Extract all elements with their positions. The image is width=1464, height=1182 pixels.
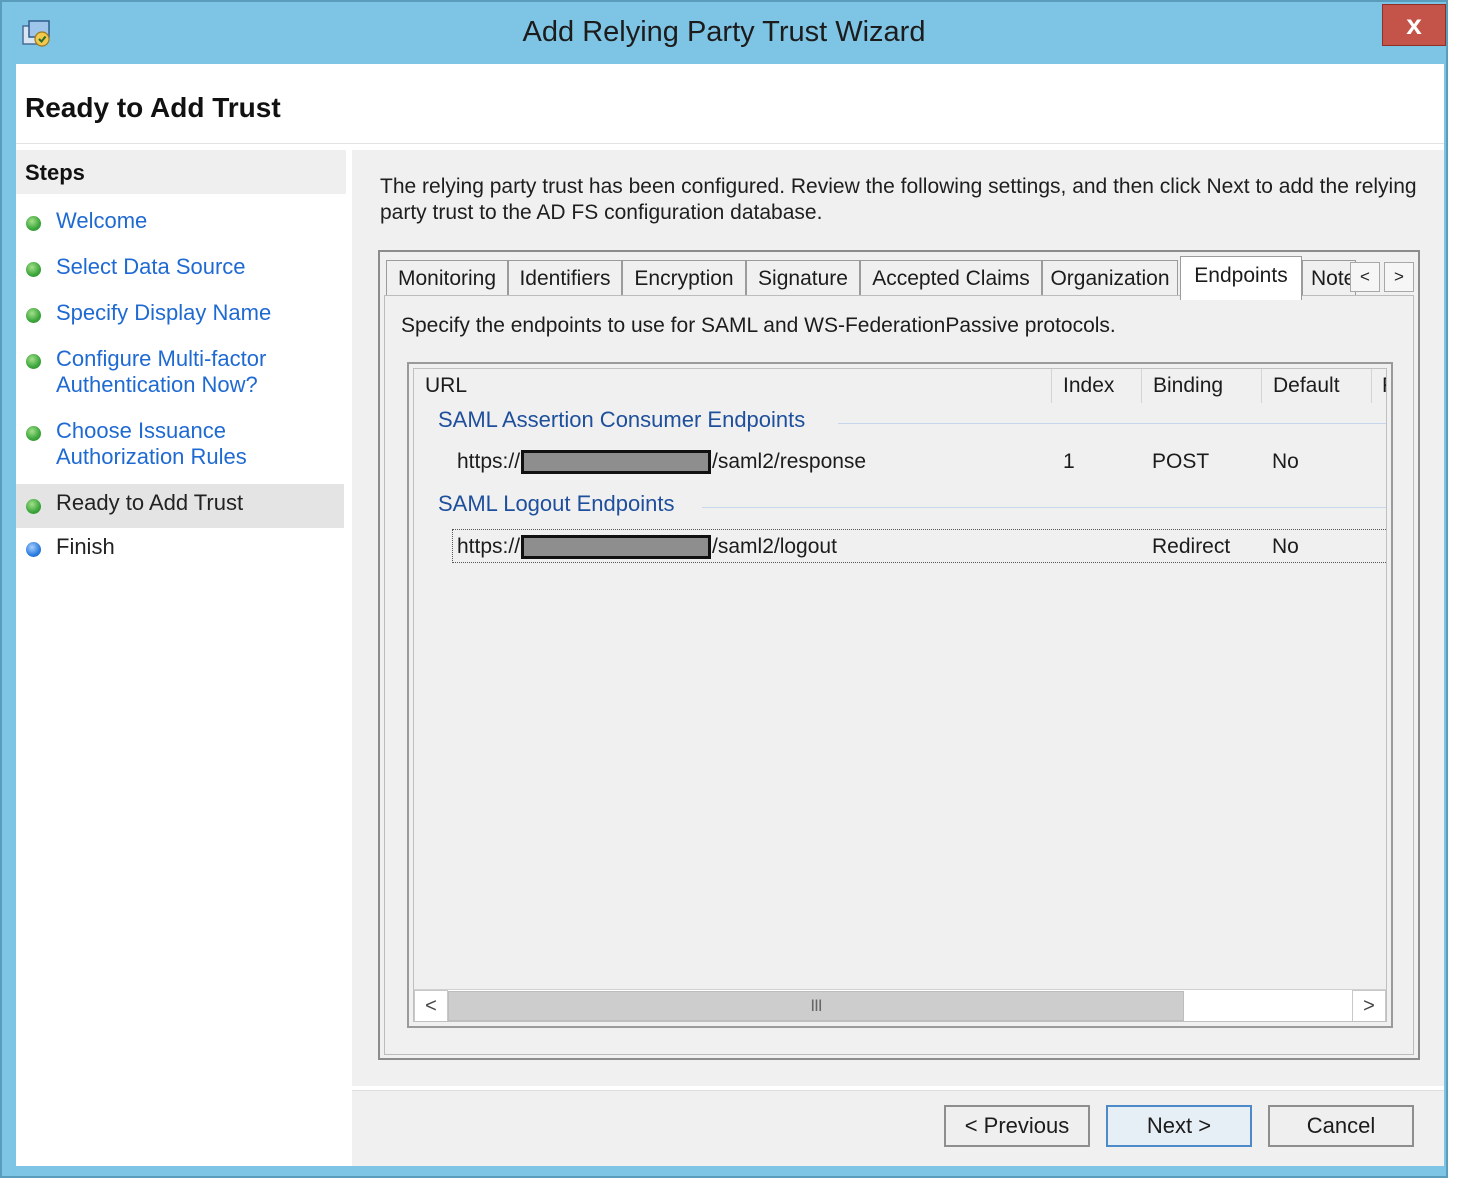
scroll-thumb[interactable]: III [448,991,1184,1021]
redacted-hostname [521,450,712,475]
wizard-footer: < Previous Next > Cancel [352,1090,1444,1166]
scroll-left-button[interactable]: < [414,990,448,1021]
column-header-index[interactable]: Index [1052,369,1142,403]
step-label: Finish [56,534,115,559]
step-ready-to-add-trust[interactable]: Ready to Add Trust [16,484,344,528]
default-cell: No [1272,535,1299,558]
step-specify-display-name[interactable]: Specify Display Name [16,300,344,330]
step-complete-icon [26,354,41,369]
default-cell: No [1272,450,1299,473]
settings-tab-control: Monitoring Identifiers Encryption Signat… [378,250,1420,1060]
step-label-line1: Configure Multi-factor [56,346,267,371]
step-configure-multi-factor[interactable]: Configure Multi-factor Authentication No… [16,346,344,402]
tab-encryption[interactable]: Encryption [622,260,746,298]
step-label-line2: Authorization Rules [56,444,247,469]
tab-notes[interactable]: Note [1302,260,1356,298]
title-bar[interactable]: Add Relying Party Trust Wizard x [2,2,1446,64]
endpoints-description: Specify the endpoints to use for SAML an… [401,314,1116,337]
tab-monitoring[interactable]: Monitoring [386,260,508,298]
redacted-hostname [521,535,712,560]
binding-cell: Redirect [1152,535,1231,558]
steps-header: Steps [16,150,346,194]
wizard-client-area: Ready to Add Trust Steps Welcome Select … [16,64,1444,1166]
step-complete-icon [26,262,41,277]
step-label: Welcome [56,208,148,233]
step-current-icon [26,499,41,514]
steps-panel: Steps Welcome Select Data Source Specify… [16,150,348,1166]
url-cell: https:// /saml2/logout [457,530,837,564]
endpoints-list[interactable]: URL Index Binding Default F SAML Asserti… [407,362,1393,1028]
close-button[interactable]: x [1382,4,1446,46]
cancel-button[interactable]: Cancel [1268,1105,1414,1147]
binding-cell: POST [1152,450,1210,473]
url-prefix: https:// [457,535,521,558]
step-complete-icon [26,308,41,323]
previous-button[interactable]: < Previous [944,1105,1090,1147]
endpoints-tab-panel: Specify the endpoints to use for SAML an… [384,295,1414,1055]
url-suffix: /saml2/response [712,450,867,473]
step-label: Select Data Source [56,254,246,279]
table-row-logout[interactable]: https:// /saml2/logout Redirect No [452,529,1386,564]
column-header-truncated[interactable]: F [1372,369,1386,403]
table-row-assertion-consumer[interactable]: https:// /saml2/response 1 POST No [452,445,1386,479]
tab-scroll-left-button[interactable]: < [1350,262,1380,292]
step-welcome[interactable]: Welcome [16,208,344,238]
step-label: Specify Display Name [56,300,272,325]
group-divider [838,423,1386,424]
group-header-logout: SAML Logout Endpoints [438,491,675,516]
page-title: Ready to Add Trust [25,92,281,123]
main-content: The relying party trust has been configu… [352,150,1444,1086]
url-cell: https:// /saml2/response [457,445,866,479]
wizard-header: Ready to Add Trust [16,64,1444,144]
scroll-right-button[interactable]: > [1352,990,1386,1021]
step-label-line2: Authentication Now? [56,372,258,397]
tab-endpoints[interactable]: Endpoints [1180,256,1302,300]
group-header-assertion-consumer: SAML Assertion Consumer Endpoints [438,407,806,432]
url-prefix: https:// [457,450,521,473]
next-button[interactable]: Next > [1106,1105,1252,1147]
index-cell: 1 [1063,450,1075,473]
step-label: Ready to Add Trust [56,490,244,515]
url-suffix: /saml2/logout [712,535,837,558]
step-finish: Finish [16,534,344,564]
column-header-url[interactable]: URL [414,369,1052,403]
window-title: Add Relying Party Trust Wizard [522,16,926,48]
step-choose-issuance-rules[interactable]: Choose Issuance Authorization Rules [16,418,344,474]
horizontal-scrollbar[interactable]: < III > [414,989,1386,1021]
step-complete-icon [26,216,41,231]
tab-accepted-claims[interactable]: Accepted Claims [860,260,1042,298]
tab-organization[interactable]: Organization [1042,260,1178,298]
group-divider [702,507,1386,508]
step-complete-icon [26,426,41,441]
tab-signature[interactable]: Signature [746,260,860,298]
tab-identifiers[interactable]: Identifiers [508,260,622,298]
intro-text: The relying party trust has been configu… [380,175,1417,224]
tab-scroll-right-button[interactable]: > [1384,262,1414,292]
step-label-line1: Choose Issuance [56,418,226,443]
step-pending-icon [26,542,41,557]
endpoints-list-inner: URL Index Binding Default F SAML Asserti… [413,368,1387,1022]
list-header: URL Index Binding Default F [414,369,1386,403]
wizard-window: Add Relying Party Trust Wizard x Ready t… [0,0,1448,1178]
column-header-binding[interactable]: Binding [1142,369,1262,403]
column-header-default[interactable]: Default [1262,369,1372,403]
step-select-data-source[interactable]: Select Data Source [16,254,344,284]
